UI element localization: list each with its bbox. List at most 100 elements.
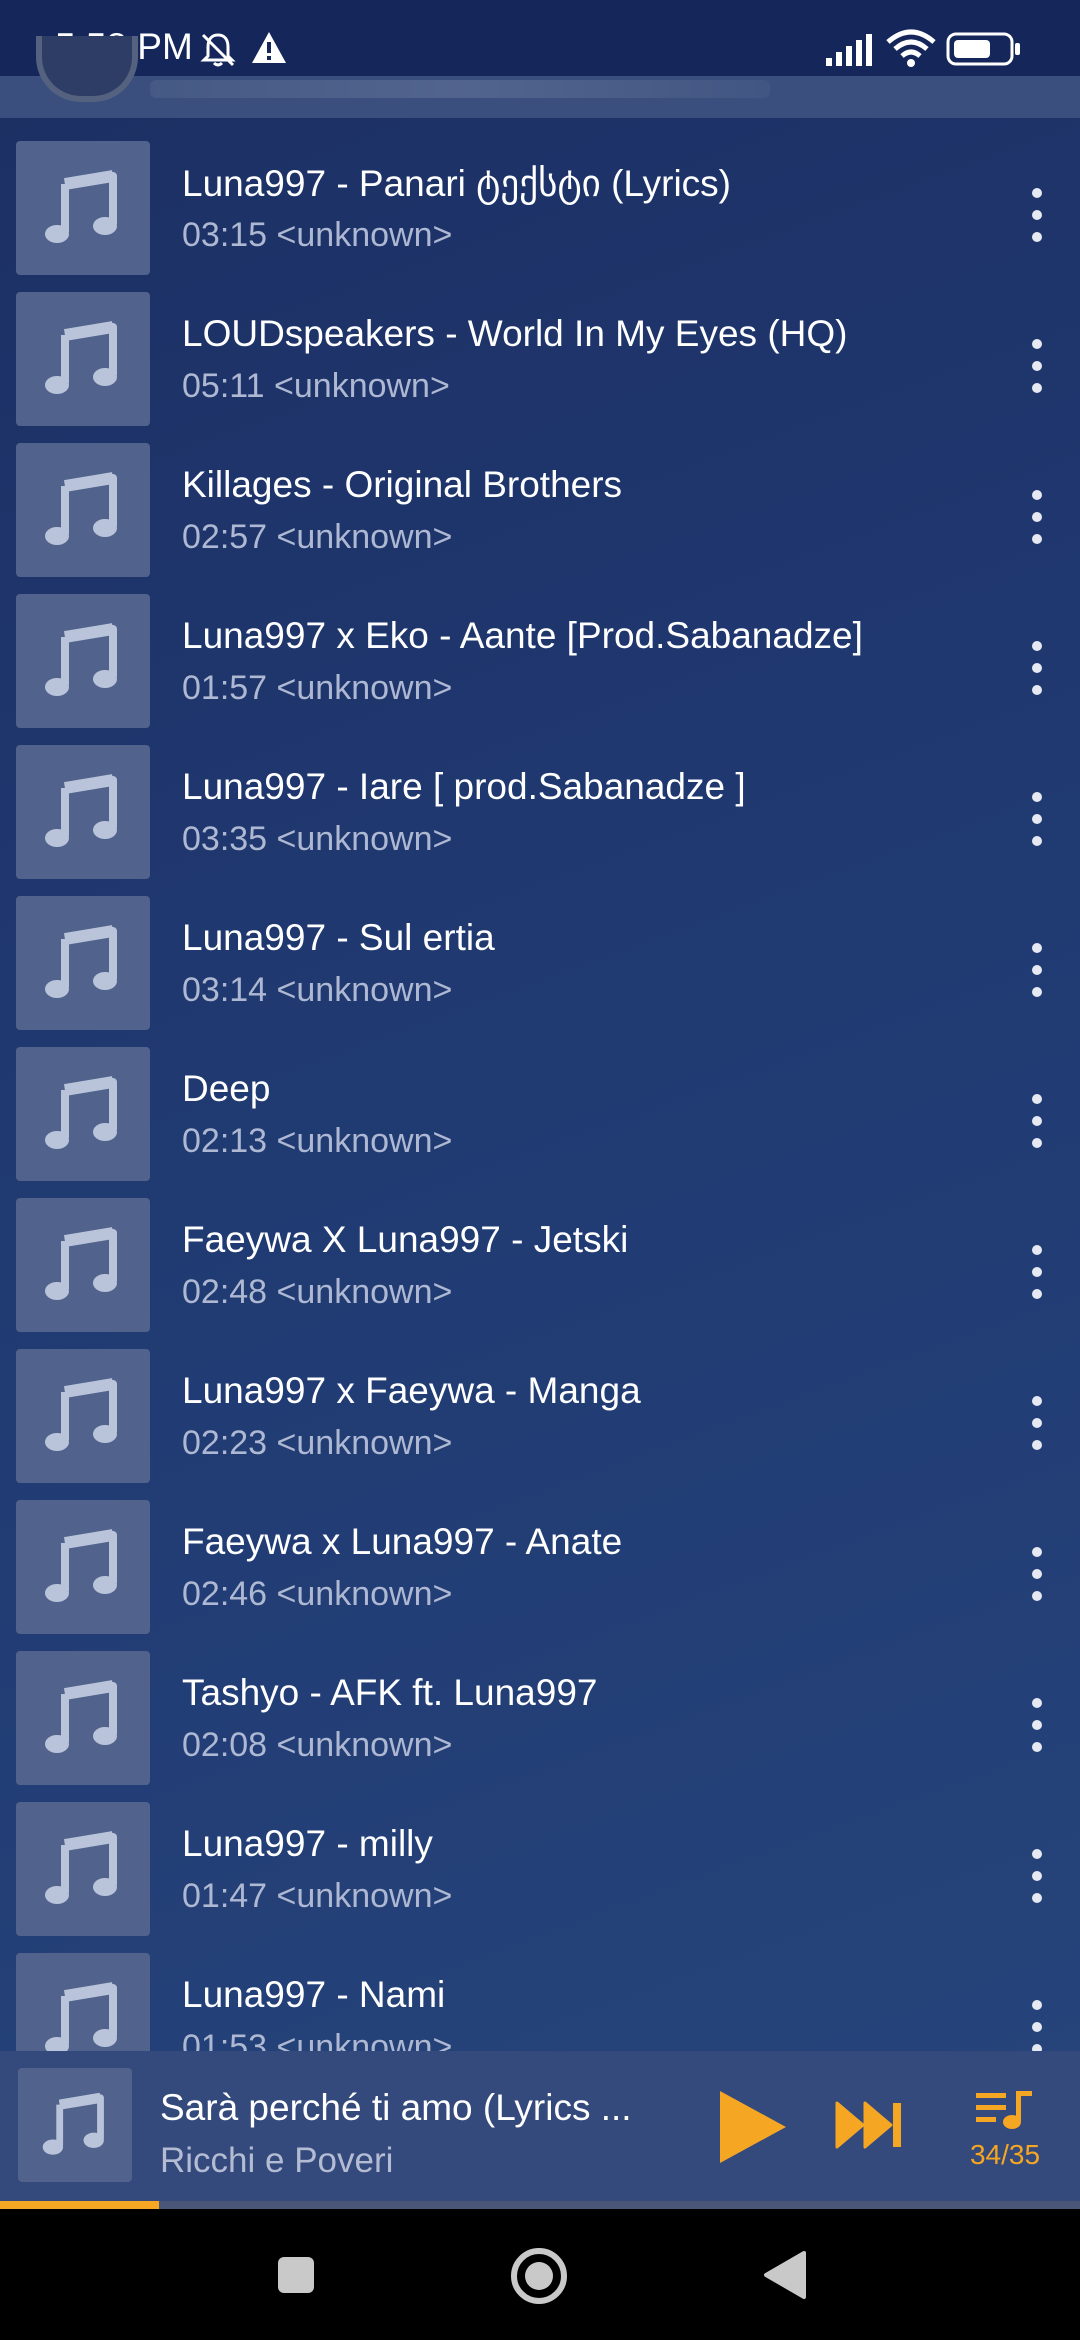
- more-dot: [1032, 1094, 1042, 1104]
- more-dot: [1032, 792, 1042, 802]
- song-title: Luna997 - Iare [ prod.Sabanadze ]: [182, 766, 746, 807]
- more-options-button[interactable]: [1008, 629, 1068, 709]
- warning-icon: [252, 32, 286, 63]
- music-note-icon: [45, 1529, 117, 1602]
- more-options-button[interactable]: [1008, 1233, 1068, 1313]
- song-row[interactable]: Faeywa X Luna997 - Jetski 02:48 <unknown>: [0, 1175, 1080, 1332]
- song-artist: <unknown>: [276, 2028, 453, 2051]
- song-artist: <unknown>: [276, 1122, 453, 1160]
- song-duration: 05:11: [182, 367, 265, 405]
- song-row[interactable]: Faeywa x Luna997 - Anate 02:46 <unknown>: [0, 1477, 1080, 1634]
- more-dot: [1032, 1267, 1042, 1277]
- home-button[interactable]: [509, 2246, 569, 2306]
- song-meta: 03:15 <unknown>: [182, 216, 452, 255]
- more-options-button[interactable]: [1008, 1686, 1068, 1766]
- song-artwork: [16, 1047, 150, 1181]
- more-options-button[interactable]: [1008, 931, 1068, 1011]
- more-dot: [1032, 943, 1042, 953]
- song-title: Luna997 - Panari ტექსტი (Lyrics): [182, 163, 731, 204]
- song-row[interactable]: Luna997 - Iare [ prod.Sabanadze ] 03:35 <…: [0, 722, 1080, 879]
- more-options-button[interactable]: [1008, 1082, 1068, 1162]
- back-button[interactable]: [760, 2249, 810, 2301]
- song-row[interactable]: Tashyo - AFK ft. Luna997 02:08 <unknown>: [0, 1628, 1080, 1785]
- more-dot: [1032, 1742, 1042, 1752]
- song-artwork: [16, 1651, 150, 1785]
- scrolled-header: [0, 36, 1080, 118]
- song-artist: <unknown>: [276, 216, 453, 254]
- more-dot: [1032, 1396, 1042, 1406]
- song-duration: 02:23: [182, 1424, 268, 1462]
- song-row[interactable]: Luna997 x Faeywa - Manga 02:23 <unknown>: [0, 1326, 1080, 1483]
- song-row[interactable]: Killages - Original Brothers 02:57 <unkno…: [0, 420, 1080, 577]
- song-artist: <unknown>: [276, 1575, 453, 1613]
- song-title: Luna997 x Faeywa - Manga: [182, 1370, 641, 1411]
- song-artwork: [16, 141, 150, 275]
- play-button[interactable]: [712, 2087, 792, 2167]
- more-options-button[interactable]: [1008, 478, 1068, 558]
- more-dot: [1032, 534, 1042, 544]
- song-title: Luna997 - Nami: [182, 1974, 446, 2015]
- song-artist: <unknown>: [276, 971, 453, 1009]
- more-options-button[interactable]: [1008, 1384, 1068, 1464]
- song-list[interactable]: Luna997 - Panari ტექსტი (Lyrics) 03:15 <u…: [0, 118, 1080, 2051]
- song-title: Faeywa x Luna997 - Anate: [182, 1521, 623, 1562]
- playback-progress-bar[interactable]: [0, 2201, 1080, 2209]
- more-options-button[interactable]: [1008, 176, 1068, 256]
- song-duration: 01:47: [182, 1877, 268, 1915]
- more-options-button[interactable]: [1008, 1535, 1068, 1615]
- more-dot: [1032, 641, 1042, 651]
- more-dot: [1032, 1720, 1042, 1730]
- more-options-button[interactable]: [1008, 327, 1068, 407]
- song-artwork: [16, 896, 150, 1030]
- song-title: Luna997 x Eko - Aante [Prod.Sabanadze]: [182, 615, 863, 656]
- more-dot: [1032, 1547, 1042, 1557]
- more-dot: [1032, 1245, 1042, 1255]
- song-row[interactable]: Luna997 - Nami 01:53 <unknown>: [0, 1930, 1080, 2051]
- more-dot: [1032, 685, 1042, 695]
- queue-button[interactable]: 34/35: [960, 2081, 1050, 2181]
- song-artwork: [16, 1349, 150, 1483]
- song-artist: <unknown>: [276, 669, 453, 707]
- now-playing-artwork: [18, 2068, 132, 2182]
- playback-progress-fill: [0, 2201, 159, 2209]
- song-meta: 02:57 <unknown>: [182, 518, 452, 557]
- mini-player[interactable]: Sarà perché ti amo (Lyrics ... Ricchi e …: [0, 2051, 1080, 2203]
- next-button[interactable]: [835, 2095, 905, 2155]
- song-artwork: [16, 1953, 150, 2051]
- song-row[interactable]: LOUDspeakers - World In My Eyes (HQ) 05:1…: [0, 269, 1080, 426]
- recents-button[interactable]: [276, 2255, 316, 2295]
- song-row[interactable]: Deep 02:13 <unknown>: [0, 1024, 1080, 1181]
- music-note-icon: [45, 1076, 117, 1149]
- now-playing-artist[interactable]: Ricchi e Poveri: [160, 2141, 393, 2181]
- more-dot: [1032, 2044, 1042, 2051]
- song-artwork: [16, 1802, 150, 1936]
- more-dot: [1032, 1871, 1042, 1881]
- more-dot: [1032, 1893, 1042, 1903]
- battery-icon: [946, 32, 1020, 66]
- song-artwork: [16, 292, 150, 426]
- song-artist: <unknown>: [276, 820, 453, 858]
- song-artist: <unknown>: [276, 1273, 453, 1311]
- more-options-button[interactable]: [1008, 780, 1068, 860]
- song-duration: 02:46: [182, 1575, 268, 1613]
- more-dot: [1032, 1138, 1042, 1148]
- song-title: LOUDspeakers - World In My Eyes (HQ): [182, 313, 848, 354]
- song-artist: <unknown>: [276, 1424, 453, 1462]
- song-title: Deep: [182, 1068, 271, 1109]
- mute-icon: [200, 33, 236, 67]
- more-dot: [1032, 2000, 1042, 2010]
- more-dot: [1032, 1289, 1042, 1299]
- more-dot: [1032, 383, 1042, 393]
- more-options-button[interactable]: [1008, 1988, 1068, 2051]
- song-row[interactable]: Luna997 - milly 01:47 <unknown>: [0, 1779, 1080, 1936]
- song-row[interactable]: Luna997 x Eko - Aante [Prod.Sabanadze] 01…: [0, 571, 1080, 728]
- song-title: Luna997 - milly: [182, 1823, 433, 1864]
- song-meta: 01:57 <unknown>: [182, 669, 452, 708]
- song-title: Faeywa X Luna997 - Jetski: [182, 1219, 629, 1260]
- header-faded-text: [150, 80, 770, 98]
- now-playing-title[interactable]: Sarà perché ti amo (Lyrics ...: [160, 2087, 632, 2129]
- more-options-button[interactable]: [1008, 1837, 1068, 1917]
- song-row[interactable]: Luna997 - Sul ertia 03:14 <unknown>: [0, 873, 1080, 1030]
- song-row[interactable]: Luna997 - Panari ტექსტი (Lyrics) 03:15 <u…: [0, 118, 1080, 275]
- more-dot: [1032, 512, 1042, 522]
